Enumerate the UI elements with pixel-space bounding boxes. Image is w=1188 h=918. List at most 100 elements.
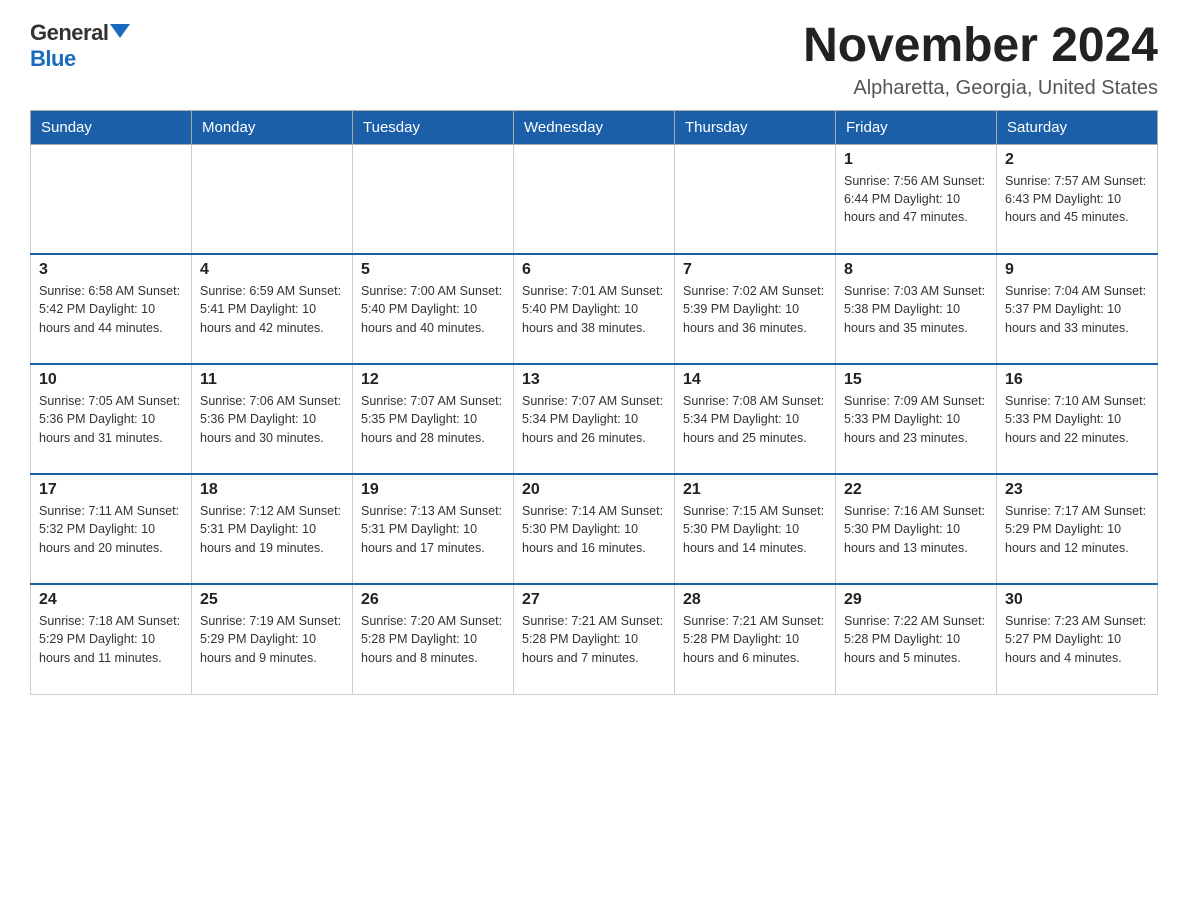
calendar-cell: 26 Sunrise: 7:20 AM Sunset: 5:28 PM Dayli… — [353, 584, 514, 694]
calendar-day-header: Friday — [836, 110, 997, 144]
calendar-cell: 6 Sunrise: 7:01 AM Sunset: 5:40 PM Daylig… — [514, 254, 675, 364]
calendar-week-row: 3 Sunrise: 6:58 AM Sunset: 5:42 PM Daylig… — [31, 254, 1158, 364]
day-number: 9 — [1005, 261, 1149, 279]
calendar-table: SundayMondayTuesdayWednesdayThursdayFrid… — [30, 110, 1158, 695]
calendar-day-header: Saturday — [997, 110, 1158, 144]
day-info: Sunrise: 7:21 AM Sunset: 5:28 PM Dayligh… — [683, 612, 827, 666]
day-number: 13 — [522, 371, 666, 389]
day-number: 4 — [200, 261, 344, 279]
logo-general-text: General — [30, 20, 108, 46]
day-info: Sunrise: 7:08 AM Sunset: 5:34 PM Dayligh… — [683, 392, 827, 446]
day-info: Sunrise: 7:11 AM Sunset: 5:32 PM Dayligh… — [39, 502, 183, 556]
day-info: Sunrise: 7:14 AM Sunset: 5:30 PM Dayligh… — [522, 502, 666, 556]
day-number: 16 — [1005, 371, 1149, 389]
calendar-cell: 27 Sunrise: 7:21 AM Sunset: 5:28 PM Dayli… — [514, 584, 675, 694]
calendar-cell: 28 Sunrise: 7:21 AM Sunset: 5:28 PM Dayli… — [675, 584, 836, 694]
calendar-cell: 9Sunrise: 7:04 AM Sunset: 5:37 PM Daylig… — [997, 254, 1158, 364]
day-info: Sunrise: 7:18 AM Sunset: 5:29 PM Dayligh… — [39, 612, 183, 666]
calendar-cell: 25Sunrise: 7:19 AM Sunset: 5:29 PM Dayli… — [192, 584, 353, 694]
calendar-cell: 22 Sunrise: 7:16 AM Sunset: 5:30 PM Dayli… — [836, 474, 997, 584]
calendar-cell: 4 Sunrise: 6:59 AM Sunset: 5:41 PM Daylig… — [192, 254, 353, 364]
calendar-cell: 11 Sunrise: 7:06 AM Sunset: 5:36 PM Dayli… — [192, 364, 353, 474]
day-info: Sunrise: 7:23 AM Sunset: 5:27 PM Dayligh… — [1005, 612, 1149, 666]
calendar-cell: 10 Sunrise: 7:05 AM Sunset: 5:36 PM Dayli… — [31, 364, 192, 474]
day-number: 2 — [1005, 151, 1149, 169]
day-number: 14 — [683, 371, 827, 389]
calendar-week-row: 1 Sunrise: 7:56 AM Sunset: 6:44 PM Daylig… — [31, 144, 1158, 254]
calendar-cell: 16 Sunrise: 7:10 AM Sunset: 5:33 PM Dayli… — [997, 364, 1158, 474]
calendar-cell: 7 Sunrise: 7:02 AM Sunset: 5:39 PM Daylig… — [675, 254, 836, 364]
calendar-title: November 2024 — [803, 20, 1158, 73]
day-info: Sunrise: 6:59 AM Sunset: 5:41 PM Dayligh… — [200, 282, 344, 336]
day-number: 1 — [844, 151, 988, 169]
day-number: 6 — [522, 261, 666, 279]
day-number: 12 — [361, 371, 505, 389]
calendar-day-header: Sunday — [31, 110, 192, 144]
day-info: Sunrise: 7:17 AM Sunset: 5:29 PM Dayligh… — [1005, 502, 1149, 556]
calendar-cell: 30 Sunrise: 7:23 AM Sunset: 5:27 PM Dayli… — [997, 584, 1158, 694]
title-block: November 2024 Alpharetta, Georgia, Unite… — [803, 20, 1158, 100]
calendar-cell: 23 Sunrise: 7:17 AM Sunset: 5:29 PM Dayli… — [997, 474, 1158, 584]
day-info: Sunrise: 7:10 AM Sunset: 5:33 PM Dayligh… — [1005, 392, 1149, 446]
calendar-cell: 21 Sunrise: 7:15 AM Sunset: 5:30 PM Dayli… — [675, 474, 836, 584]
logo: General Blue — [30, 20, 130, 72]
calendar-cell: 19 Sunrise: 7:13 AM Sunset: 5:31 PM Dayli… — [353, 474, 514, 584]
day-number: 24 — [39, 591, 183, 609]
calendar-subtitle: Alpharetta, Georgia, United States — [803, 77, 1158, 100]
calendar-cell: 24 Sunrise: 7:18 AM Sunset: 5:29 PM Dayli… — [31, 584, 192, 694]
day-info: Sunrise: 7:16 AM Sunset: 5:30 PM Dayligh… — [844, 502, 988, 556]
day-number: 3 — [39, 261, 183, 279]
day-number: 11 — [200, 371, 344, 389]
day-number: 18 — [200, 481, 344, 499]
day-info: Sunrise: 7:56 AM Sunset: 6:44 PM Dayligh… — [844, 172, 988, 226]
day-number: 28 — [683, 591, 827, 609]
day-number: 10 — [39, 371, 183, 389]
day-number: 20 — [522, 481, 666, 499]
calendar-cell: 17Sunrise: 7:11 AM Sunset: 5:32 PM Dayli… — [31, 474, 192, 584]
calendar-cell: 20 Sunrise: 7:14 AM Sunset: 5:30 PM Dayli… — [514, 474, 675, 584]
day-info: Sunrise: 7:02 AM Sunset: 5:39 PM Dayligh… — [683, 282, 827, 336]
day-number: 7 — [683, 261, 827, 279]
day-info: Sunrise: 7:05 AM Sunset: 5:36 PM Dayligh… — [39, 392, 183, 446]
day-number: 15 — [844, 371, 988, 389]
day-number: 21 — [683, 481, 827, 499]
logo-triangle-icon — [110, 24, 130, 38]
day-info: Sunrise: 7:07 AM Sunset: 5:34 PM Dayligh… — [522, 392, 666, 446]
calendar-cell: 29Sunrise: 7:22 AM Sunset: 5:28 PM Dayli… — [836, 584, 997, 694]
day-number: 30 — [1005, 591, 1149, 609]
calendar-cell: 5Sunrise: 7:00 AM Sunset: 5:40 PM Daylig… — [353, 254, 514, 364]
calendar-day-header: Tuesday — [353, 110, 514, 144]
page-header: General Blue November 2024 Alpharetta, G… — [30, 20, 1158, 100]
day-number: 8 — [844, 261, 988, 279]
calendar-cell: 12 Sunrise: 7:07 AM Sunset: 5:35 PM Dayli… — [353, 364, 514, 474]
calendar-day-header: Thursday — [675, 110, 836, 144]
calendar-cell: 3 Sunrise: 6:58 AM Sunset: 5:42 PM Daylig… — [31, 254, 192, 364]
calendar-week-row: 17Sunrise: 7:11 AM Sunset: 5:32 PM Dayli… — [31, 474, 1158, 584]
calendar-cell — [31, 144, 192, 254]
calendar-cell: 18Sunrise: 7:12 AM Sunset: 5:31 PM Dayli… — [192, 474, 353, 584]
calendar-cell — [192, 144, 353, 254]
day-info: Sunrise: 7:07 AM Sunset: 5:35 PM Dayligh… — [361, 392, 505, 446]
day-info: Sunrise: 6:58 AM Sunset: 5:42 PM Dayligh… — [39, 282, 183, 336]
day-info: Sunrise: 7:13 AM Sunset: 5:31 PM Dayligh… — [361, 502, 505, 556]
day-info: Sunrise: 7:06 AM Sunset: 5:36 PM Dayligh… — [200, 392, 344, 446]
day-number: 19 — [361, 481, 505, 499]
day-info: Sunrise: 7:15 AM Sunset: 5:30 PM Dayligh… — [683, 502, 827, 556]
day-number: 5 — [361, 261, 505, 279]
day-info: Sunrise: 7:21 AM Sunset: 5:28 PM Dayligh… — [522, 612, 666, 666]
day-info: Sunrise: 7:20 AM Sunset: 5:28 PM Dayligh… — [361, 612, 505, 666]
day-number: 26 — [361, 591, 505, 609]
calendar-cell: 2Sunrise: 7:57 AM Sunset: 6:43 PM Daylig… — [997, 144, 1158, 254]
calendar-cell: 1 Sunrise: 7:56 AM Sunset: 6:44 PM Daylig… — [836, 144, 997, 254]
day-number: 22 — [844, 481, 988, 499]
calendar-cell: 15Sunrise: 7:09 AM Sunset: 5:33 PM Dayli… — [836, 364, 997, 474]
day-number: 29 — [844, 591, 988, 609]
day-info: Sunrise: 7:03 AM Sunset: 5:38 PM Dayligh… — [844, 282, 988, 336]
calendar-cell: 8 Sunrise: 7:03 AM Sunset: 5:38 PM Daylig… — [836, 254, 997, 364]
calendar-cell: 14 Sunrise: 7:08 AM Sunset: 5:34 PM Dayli… — [675, 364, 836, 474]
day-info: Sunrise: 7:01 AM Sunset: 5:40 PM Dayligh… — [522, 282, 666, 336]
day-number: 23 — [1005, 481, 1149, 499]
day-info: Sunrise: 7:19 AM Sunset: 5:29 PM Dayligh… — [200, 612, 344, 666]
calendar-cell — [675, 144, 836, 254]
day-number: 27 — [522, 591, 666, 609]
